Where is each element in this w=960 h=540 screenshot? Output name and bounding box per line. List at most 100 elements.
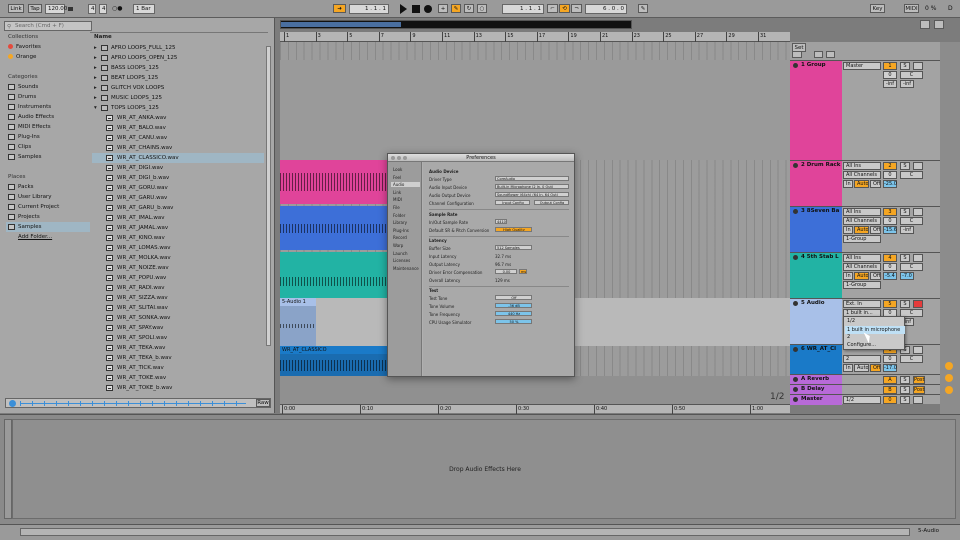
monitor-in-button[interactable]: In bbox=[843, 364, 853, 372]
sig-numerator[interactable]: 4 bbox=[88, 4, 96, 14]
place-item-0[interactable]: Packs bbox=[6, 182, 90, 192]
monitor-in-button[interactable]: In bbox=[843, 272, 853, 280]
punch-in-button[interactable]: ⌐ bbox=[547, 4, 558, 13]
track-fold-icon[interactable] bbox=[792, 51, 802, 58]
search-input[interactable]: ⚲ Search (Cmd + F) bbox=[4, 21, 92, 31]
category-item-4[interactable]: MIDI Effects bbox=[8, 122, 51, 132]
session-record-button[interactable]: ↻ bbox=[464, 4, 474, 13]
input-type-select[interactable]: All Ins bbox=[843, 208, 881, 216]
place-item-1[interactable]: User Library bbox=[6, 192, 90, 202]
file-item-17[interactable]: WR_AT_RADI.wav bbox=[92, 283, 264, 293]
browser-scrollbar[interactable] bbox=[266, 46, 271, 346]
punch-out-button[interactable]: ¬ bbox=[571, 4, 582, 13]
solo-button[interactable]: S bbox=[900, 62, 910, 70]
record-icon[interactable] bbox=[424, 5, 432, 13]
file-item-7[interactable]: WR_AT_GORU.wav bbox=[92, 183, 264, 193]
track-fold-icon[interactable] bbox=[793, 301, 798, 306]
track-volume-2[interactable]: -7.0 bbox=[900, 272, 914, 280]
classico-clip-header[interactable]: WR_AT_CLASSICO bbox=[280, 346, 390, 354]
track-fold-icon[interactable] bbox=[793, 387, 798, 392]
link-button[interactable]: Link bbox=[8, 4, 24, 13]
track-volume[interactable]: -17.0 bbox=[883, 364, 897, 372]
input-config-button[interactable]: Input Config bbox=[495, 200, 530, 205]
file-item-5[interactable]: WR_AT_DIGI.wav bbox=[92, 163, 264, 173]
place-item-3[interactable]: Projects bbox=[6, 212, 90, 222]
menu-option-builtin-mic[interactable]: 1 built in microphone bbox=[845, 326, 905, 334]
tap-button[interactable]: Tap bbox=[28, 4, 42, 13]
output-device-select[interactable]: Soundflower (64ch) (64 In, 64 Out) bbox=[495, 192, 569, 197]
pan-field[interactable]: C bbox=[900, 217, 923, 225]
arm-button[interactable] bbox=[913, 62, 923, 70]
solo-button[interactable]: S bbox=[900, 162, 910, 170]
monitor-off-button[interactable]: Off bbox=[870, 180, 881, 188]
file-item-8[interactable]: WR_AT_GARU.wav bbox=[92, 193, 264, 203]
midi-map-button[interactable]: MIDI bbox=[904, 4, 919, 13]
track-fold-icon[interactable] bbox=[793, 209, 798, 214]
solo-button[interactable]: S bbox=[900, 376, 910, 384]
input-channel-select[interactable]: All Channels bbox=[843, 263, 881, 271]
tone-frequency-field[interactable]: 440 Hz bbox=[495, 311, 532, 316]
place-item-4[interactable]: Samples bbox=[6, 222, 90, 232]
folder-item-2[interactable]: ▸ BASS LOOPS_125 bbox=[94, 63, 159, 73]
prefs-tab-launch[interactable]: Launch bbox=[391, 251, 420, 256]
prefs-tab-record[interactable]: Record bbox=[391, 235, 420, 240]
sample-rate-select[interactable]: 44100 bbox=[495, 219, 507, 224]
track-fold-icon[interactable] bbox=[793, 397, 798, 402]
file-item-25[interactable]: WR_AT_TICK.wav bbox=[92, 363, 264, 373]
orange-dot-icon-2[interactable] bbox=[945, 374, 953, 382]
file-item-11[interactable]: WR_AT_JAMAL.wav bbox=[92, 223, 264, 233]
pan-field[interactable]: C bbox=[900, 171, 923, 179]
session-view-icon[interactable] bbox=[920, 20, 930, 29]
cpu-simulator-field[interactable]: 50 % bbox=[495, 319, 532, 324]
file-item-22[interactable]: WR_AT_SPOLI.wav bbox=[92, 333, 264, 343]
file-item-18[interactable]: WR_AT_SIZZA.wav bbox=[92, 293, 264, 303]
arm-button[interactable] bbox=[913, 208, 923, 216]
file-item-26[interactable]: WR_AT_TOKE.wav bbox=[92, 373, 264, 383]
overdub-button[interactable]: + bbox=[438, 4, 448, 13]
volume-field[interactable]: 0 bbox=[883, 217, 897, 225]
driver-error-field[interactable]: 0.00 bbox=[495, 269, 517, 274]
category-item-0[interactable]: Sounds bbox=[8, 82, 38, 92]
volume-field[interactable]: 0 bbox=[883, 71, 897, 79]
file-item-10[interactable]: WR_AT_IMAL.wav bbox=[92, 213, 264, 223]
file-item-12[interactable]: WR_AT_KINO.wav bbox=[92, 233, 264, 243]
metronome-small-icon[interactable] bbox=[826, 51, 835, 58]
input-type-select[interactable]: All Ins bbox=[843, 162, 881, 170]
driver-type-select[interactable]: CoreAudio bbox=[495, 176, 569, 181]
raw-button[interactable]: Raw bbox=[256, 399, 270, 407]
track-name[interactable]: A Reverb bbox=[801, 376, 829, 382]
device-chain-handle[interactable] bbox=[4, 419, 12, 519]
input-device-select[interactable]: Built-in Microphone (2 In, 0 Out) bbox=[495, 184, 569, 189]
folder-item-0[interactable]: ▸ AFRO LOOPS_FULL_125 bbox=[94, 43, 175, 53]
monitor-auto-button[interactable]: Auto bbox=[854, 272, 869, 280]
draw-mode-button[interactable]: ✎ bbox=[638, 4, 648, 13]
file-item-15[interactable]: WR_AT_NOIZE.wav bbox=[92, 263, 264, 273]
file-item-4[interactable]: WR_AT_CLASSICO.wav bbox=[92, 153, 264, 163]
track-fold-icon[interactable] bbox=[793, 347, 798, 352]
file-item-2[interactable]: WR_AT_CANU.wav bbox=[92, 133, 264, 143]
prefs-tab-warp[interactable]: Warp bbox=[391, 243, 420, 248]
monitor-auto-button[interactable]: Auto bbox=[854, 364, 869, 372]
track-activator[interactable]: 3 bbox=[883, 208, 897, 216]
capture-button[interactable]: ○ bbox=[477, 4, 487, 13]
track-fold-icon[interactable] bbox=[793, 255, 798, 260]
loop-button[interactable]: ⟲ bbox=[559, 4, 570, 13]
master-output-select[interactable]: 1/2 bbox=[843, 396, 881, 404]
track-name[interactable]: B Delay bbox=[801, 386, 824, 392]
track-volume[interactable]: -15.6 bbox=[883, 226, 897, 234]
bass-clip[interactable] bbox=[280, 206, 390, 250]
track-volume[interactable]: -25.0 bbox=[883, 180, 897, 188]
sig-denominator[interactable]: 4 bbox=[99, 4, 107, 14]
arm-button[interactable] bbox=[913, 254, 923, 262]
pan-field[interactable]: C bbox=[900, 355, 923, 363]
track-color-strip[interactable] bbox=[790, 61, 842, 161]
prefs-tab-licenses[interactable]: Licenses bbox=[391, 258, 420, 263]
solo-button[interactable]: S bbox=[900, 396, 910, 404]
input-channel-select[interactable]: All Channels bbox=[843, 171, 881, 179]
category-item-1[interactable]: Drums bbox=[8, 92, 36, 102]
file-item-9[interactable]: WR_AT_GARU_b.wav bbox=[92, 203, 264, 213]
overdub-small-icon[interactable] bbox=[814, 51, 823, 58]
arm-button[interactable] bbox=[913, 300, 923, 308]
output-group-select[interactable]: 1-Group bbox=[843, 281, 881, 289]
track-volume[interactable]: -5.4 bbox=[883, 272, 897, 280]
